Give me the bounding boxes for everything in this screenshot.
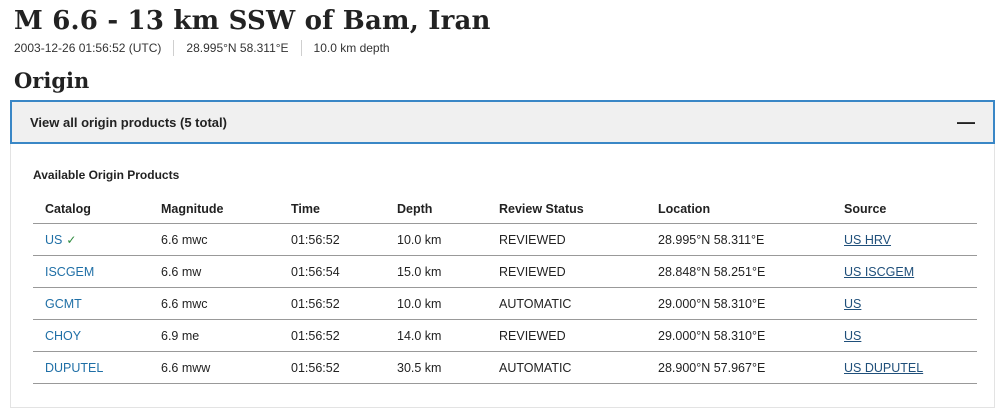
source-cell[interactable]: US — [832, 287, 977, 320]
table-row[interactable]: ISCGEM 6.6 mw 01:56:54 15.0 km REVIEWED … — [33, 255, 977, 288]
depth-cell: 15.0 km — [385, 255, 487, 288]
review-status-cell: REVIEWED — [487, 319, 646, 352]
magnitude-cell: 6.6 mwc — [149, 223, 279, 256]
origin-section-title: Origin — [14, 68, 90, 93]
time-cell: 01:56:52 — [279, 287, 385, 320]
event-meta: 2003-12-26 01:56:52 (UTC) 28.995°N 58.31… — [14, 40, 390, 56]
divider — [300, 40, 302, 56]
divider — [173, 40, 175, 56]
column-header-source: Source — [832, 194, 977, 224]
catalog-cell[interactable]: DUPUTEL — [33, 351, 149, 384]
origin-products-accordion: View all origin products (5 total) — Ava… — [10, 100, 995, 410]
magnitude-cell: 6.9 me — [149, 319, 279, 352]
time-cell: 01:56:52 — [279, 319, 385, 352]
magnitude-cell: 6.6 mw — [149, 255, 279, 288]
review-status-cell: AUTOMATIC — [487, 287, 646, 320]
event-time: 2003-12-26 01:56:52 (UTC) — [14, 41, 162, 55]
source-cell[interactable]: US DUPUTEL — [832, 351, 977, 384]
location-cell: 29.000°N 58.310°E — [646, 287, 832, 320]
time-cell: 01:56:52 — [279, 223, 385, 256]
location-cell: 29.000°N 58.310°E — [646, 319, 832, 352]
source-link[interactable]: US DUPUTEL — [844, 361, 923, 375]
catalog-cell[interactable]: CHOY — [33, 319, 149, 352]
column-header-time: Time — [279, 194, 385, 224]
table-header-row: Catalog Magnitude Time Depth Review Stat… — [33, 194, 977, 224]
catalog-cell[interactable]: ISCGEM — [33, 255, 149, 288]
source-cell[interactable]: US — [832, 319, 977, 352]
catalog-cell[interactable]: US ✓ — [33, 223, 149, 256]
depth-cell: 14.0 km — [385, 319, 487, 352]
time-cell: 01:56:54 — [279, 255, 385, 288]
magnitude-cell: 6.6 mwc — [149, 287, 279, 320]
origin-products-table: Catalog Magnitude Time Depth Review Stat… — [33, 194, 977, 384]
source-cell[interactable]: US ISCGEM — [832, 255, 977, 288]
location-cell: 28.848°N 58.251°E — [646, 255, 832, 288]
table-row[interactable]: CHOY 6.9 me 01:56:52 14.0 km REVIEWED 29… — [33, 319, 977, 352]
accordion-label: View all origin products (5 total) — [30, 114, 227, 130]
preferred-check-icon: ✓ — [66, 232, 77, 247]
location-cell: 28.900°N 57.967°E — [646, 351, 832, 384]
table-row[interactable]: GCMT 6.6 mwc 01:56:52 10.0 km AUTOMATIC … — [33, 287, 977, 320]
source-link[interactable]: US — [844, 297, 861, 311]
collapse-icon[interactable]: — — [957, 113, 975, 131]
view-all-origin-products-toggle[interactable]: View all origin products (5 total) — — [10, 100, 995, 144]
source-link[interactable]: US HRV — [844, 233, 891, 247]
catalog-link[interactable]: DUPUTEL — [45, 361, 103, 375]
depth-cell: 10.0 km — [385, 287, 487, 320]
column-header-location: Location — [646, 194, 832, 224]
event-coordinates: 28.995°N 58.311°E — [186, 41, 289, 55]
source-link[interactable]: US ISCGEM — [844, 265, 914, 279]
review-status-cell: AUTOMATIC — [487, 351, 646, 384]
review-status-cell: REVIEWED — [487, 223, 646, 256]
magnitude-cell: 6.6 mww — [149, 351, 279, 384]
depth-cell: 10.0 km — [385, 223, 487, 256]
depth-cell: 30.5 km — [385, 351, 487, 384]
location-cell: 28.995°N 58.311°E — [646, 223, 832, 256]
column-header-catalog: Catalog — [33, 194, 149, 224]
column-header-magnitude: Magnitude — [149, 194, 279, 224]
time-cell: 01:56:52 — [279, 351, 385, 384]
column-header-depth: Depth — [385, 194, 487, 224]
table-row[interactable]: DUPUTEL 6.6 mww 01:56:52 30.5 km AUTOMAT… — [33, 351, 977, 384]
source-cell[interactable]: US HRV — [832, 223, 977, 256]
table-row[interactable]: US ✓ 6.6 mwc 01:56:52 10.0 km REVIEWED 28… — [33, 223, 977, 256]
catalog-link[interactable]: ISCGEM — [45, 265, 94, 279]
page-title: M 6.6 - 13 km SSW of Bam, Iran — [14, 6, 491, 36]
catalog-cell[interactable]: GCMT — [33, 287, 149, 320]
event-depth: 10.0 km depth — [313, 41, 390, 55]
source-link[interactable]: US — [844, 329, 861, 343]
review-status-cell: REVIEWED — [487, 255, 646, 288]
available-products-heading: Available Origin Products — [33, 168, 180, 182]
catalog-link[interactable]: US — [45, 233, 62, 247]
catalog-link[interactable]: GCMT — [45, 297, 82, 311]
column-header-review-status: Review Status — [487, 194, 646, 224]
accordion-body: Available Origin Products Catalog Magnit… — [10, 144, 995, 408]
catalog-link[interactable]: CHOY — [45, 329, 81, 343]
